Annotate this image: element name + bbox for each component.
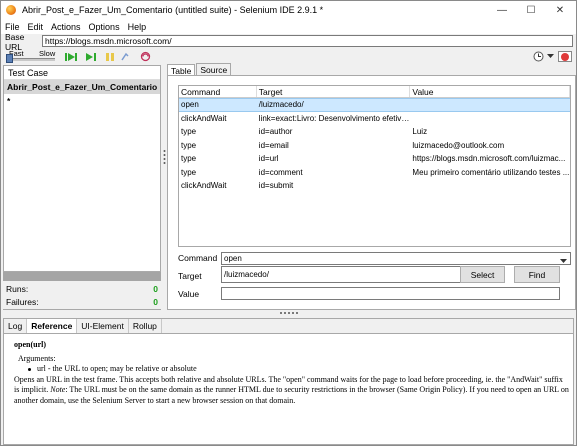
cell-target: id=comment [258,167,303,177]
description-text-2: : The URL must be on the same domain as … [14,385,569,405]
cell-command: type [181,154,197,164]
reference-signature: open(url) [14,340,46,349]
value-input[interactable] [221,287,560,300]
horizontal-splitter[interactable] [1,310,576,318]
runs-label: Runs: [6,284,29,294]
note-label: Note [50,385,66,394]
cell-target: /luizmacedo/ [258,100,304,110]
menu-actions[interactable]: Actions [47,22,85,32]
chevron-down-icon[interactable] [546,51,554,62]
test-case-header: Test Case [4,66,160,80]
maximize-button[interactable]: ☐ [517,1,545,19]
table-row[interactable]: type id=author Luiz [179,125,570,139]
menu-help[interactable]: Help [124,22,151,32]
speed-slider[interactable] [7,58,55,61]
table-header: Command Target Value [179,86,570,98]
command-label: Command [178,253,218,263]
table-row[interactable]: type id=email luizmacedo@outlook.com [179,139,570,153]
column-header-value[interactable]: Value [410,86,570,97]
play-suite-icon[interactable] [65,51,77,62]
cell-value: Meu primeiro comentário utilizando teste… [412,167,570,177]
failures-label: Failures: [6,297,39,307]
cell-command: open [181,100,199,110]
select-button[interactable]: Select [460,266,505,283]
cell-command: type [181,167,197,177]
step-icon[interactable] [119,51,131,62]
target-input[interactable]: /luizmacedo/ [221,266,469,283]
column-header-target[interactable]: Target [257,86,411,97]
cell-target: id=author [258,127,293,137]
table-panel: Command Target Value open /luizmacedo/ c… [167,75,576,310]
cell-command: clickAndWait [181,113,227,123]
argument-text: url - the URL to open; may be relative o… [37,364,197,373]
pause-icon[interactable] [104,51,116,62]
column-header-command[interactable]: Command [179,86,257,97]
close-button[interactable]: ✕ [546,1,574,19]
toolbar: Fast Slow [1,49,576,64]
bottom-panel: Log Reference UI-Element Rollup open(url… [3,318,574,445]
test-case-item[interactable]: Abrir_Post_e_Fazer_Um_Comentario * [4,80,160,106]
runs-stat: Runs: 0 [6,284,160,294]
selenium-ide-window: Abrir_Post_e_Fazer_Um_Comentario (untitl… [0,0,577,446]
table-row[interactable]: clickAndWait id=submit [179,179,570,193]
command-combobox[interactable]: open [221,252,571,265]
table-row[interactable]: type id=url https://blogs.msdn.microsoft… [179,152,570,166]
progress-bar [3,272,161,281]
firefox-icon [6,5,16,15]
title-bar: Abrir_Post_e_Fazer_Um_Comentario (untitl… [1,1,576,19]
reference-content: open(url) Arguments: url - the URL to op… [14,340,569,406]
tab-ui-element[interactable]: UI-Element [77,319,129,333]
target-label: Target [178,271,202,281]
table-row[interactable]: clickAndWait link=exact:Livro: Desenvolv… [179,112,570,126]
rollup-icon[interactable] [139,51,151,62]
play-test-icon[interactable] [85,51,97,62]
cell-command: clickAndWait [181,181,227,191]
menu-edit[interactable]: Edit [24,22,48,32]
menu-options[interactable]: Options [85,22,124,32]
window-title: Abrir_Post_e_Fazer_Um_Comentario (untitl… [22,5,324,15]
menu-bar: File Edit Actions Options Help [1,19,576,34]
editor-tabs: Table Source [167,63,232,76]
minimize-button[interactable]: — [488,1,516,19]
menu-file[interactable]: File [1,22,24,32]
bullet-icon [28,367,31,371]
argument-item: url - the URL to open; may be relative o… [14,364,569,375]
run-stats: Runs: 0 Failures: 0 [3,271,161,309]
record-icon[interactable] [558,51,572,62]
value-label: Value [178,289,200,299]
cell-command: type [181,127,197,137]
tab-rollup[interactable]: Rollup [129,319,162,333]
cell-value: Luiz [412,127,428,137]
table-row[interactable]: open /luizmacedo/ [179,98,570,112]
base-url-row: Base URL https://blogs.msdn.microsoft.co… [1,32,576,52]
table-row[interactable]: type id=comment Meu primeiro comentário … [179,166,570,180]
cell-target: id=submit [258,181,294,191]
cell-value: luizmacedo@outlook.com [412,140,505,150]
arguments-label: Arguments: [18,353,56,363]
find-button[interactable]: Find [514,266,560,283]
tab-log[interactable]: Log [4,319,28,333]
bottom-tabs: Log Reference UI-Element Rollup [4,319,573,334]
failures-stat: Failures: 0 [6,297,160,307]
failures-value: 0 [153,297,158,307]
base-url-input[interactable]: https://blogs.msdn.microsoft.com/ [42,35,573,47]
command-table: Command Target Value open /luizmacedo/ c… [178,85,571,247]
cell-target: id=url [258,154,279,164]
command-value: open [224,254,242,263]
speed-slider-handle[interactable] [6,54,13,63]
tab-source[interactable]: Source [196,63,232,75]
runs-value: 0 [153,284,158,294]
cell-command: type [181,140,197,150]
cell-target: id=email [258,140,289,150]
cell-target: link=exact:Livro: Desenvolvimento efetiv… [258,113,411,123]
tab-reference[interactable]: Reference [27,319,78,333]
editor-pane: Table Source Command Target Value open /… [167,63,576,310]
chevron-down-icon[interactable] [560,256,567,267]
cell-value: https://blogs.msdn.microsoft.com/luizmac… [412,154,566,164]
slow-label: Slow [39,49,56,58]
schedule-clock-icon[interactable] [531,51,545,62]
reference-description: Opens an URL in the test frame. This acc… [14,375,569,407]
